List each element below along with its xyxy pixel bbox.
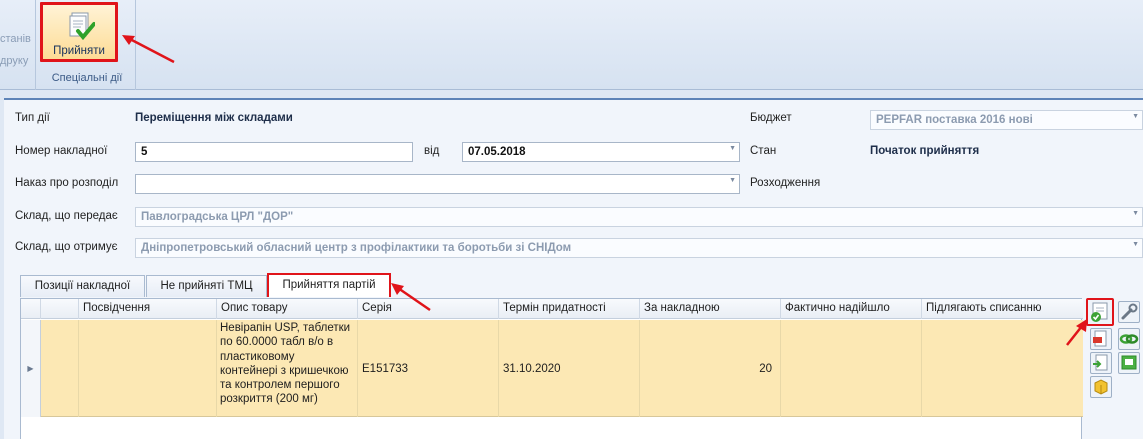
annotation-arrow-ribbon (122, 35, 175, 64)
package-tool-button[interactable] (1090, 376, 1112, 398)
ribbon-left-item-states[interactable]: станів (0, 33, 31, 45)
grid-header-to-write-off[interactable]: Підлягають списанню (922, 299, 1083, 319)
distribution-order-select[interactable]: ▼ (135, 174, 740, 194)
action-type-label: Тип дії (15, 112, 50, 124)
cell-actually-received[interactable] (781, 320, 922, 417)
receiver-warehouse-select[interactable]: Дніпропетровський обласний центр з профі… (135, 238, 1143, 258)
cube-yellow-icon (1094, 379, 1108, 395)
chevron-down-icon[interactable]: ▼ (1132, 241, 1139, 248)
grid-header-blank (41, 299, 79, 319)
cell-description[interactable]: Невірапін USP, таблетки по 60.0000 табл … (217, 320, 358, 417)
budget-value: PEPFAR поставка 2016 нові (876, 114, 1033, 126)
grid-header-expiry[interactable]: Термін придатності (499, 299, 640, 319)
invoice-date-value: 07.05.2018 (468, 146, 526, 158)
sender-warehouse-select[interactable]: Павлоградська ЦРЛ "ДОР" ▼ (135, 207, 1143, 227)
discrepancy-label: Розходження (750, 177, 821, 189)
budget-label: Бюджет (750, 112, 792, 124)
grid-header-description[interactable]: Опис товару (217, 299, 358, 319)
cell-to-write-off[interactable] (922, 320, 1083, 417)
link-green-icon (1119, 334, 1139, 344)
document-tool-button[interactable] (1090, 328, 1112, 350)
tab-not-accepted-items[interactable]: Не прийняті ТМЦ (146, 275, 267, 297)
settings-tool-button[interactable] (1118, 301, 1140, 323)
date-from-label: від (424, 145, 440, 157)
ribbon-left-item-print[interactable]: друку (0, 55, 28, 67)
accept-batch-button[interactable] (1086, 298, 1114, 326)
row-blank-cell (41, 320, 79, 417)
table-row[interactable]: ▶ Невірапін USP, таблетки по 60.0000 таб… (21, 320, 1083, 417)
import-tool-button[interactable] (1090, 352, 1112, 374)
receiver-warehouse-label: Склад, що отримує (15, 241, 118, 253)
cell-by-invoice[interactable]: 20 (640, 320, 781, 417)
table-tool-button[interactable] (1118, 352, 1140, 374)
document-red-icon (1093, 330, 1107, 347)
sender-warehouse-value: Павлоградська ЦРЛ "ДОР" (141, 211, 294, 223)
ribbon-group-label: Спеціальні дії (51, 72, 123, 84)
tab-batch-acceptance[interactable]: Прийняття партій (267, 273, 391, 297)
accept-document-icon (69, 12, 95, 40)
budget-select[interactable]: PEPFAR поставка 2016 нові ▼ (870, 110, 1143, 130)
invoice-number-input[interactable]: 5 (135, 142, 413, 162)
annotation-arrow-side-tool (1066, 319, 1087, 346)
tab-invoice-positions[interactable]: Позиції накладної (20, 275, 145, 297)
receiver-warehouse-value: Дніпропетровський обласний центр з профі… (141, 242, 572, 254)
sender-warehouse-label: Склад, що передає (15, 210, 118, 222)
grid-header: Посвідчення Опис товару Серія Термін при… (21, 299, 1083, 319)
row-indicator-icon[interactable]: ▶ (21, 320, 41, 417)
chevron-down-icon[interactable]: ▼ (1132, 113, 1139, 120)
grid-side-toolbar (1086, 298, 1143, 439)
state-value: Початок прийняття (870, 145, 980, 157)
chevron-down-icon[interactable]: ▼ (1132, 210, 1139, 217)
grid-header-indicator (21, 299, 41, 319)
annotation-arrow-tab (391, 283, 431, 312)
action-type-value: Переміщення між складами (135, 112, 293, 124)
grid-header-by-invoice[interactable]: За накладною (640, 299, 781, 319)
chevron-down-icon[interactable]: ▼ (729, 145, 736, 152)
document-form: Тип дії Переміщення між складами Номер н… (4, 98, 1143, 439)
grid-header-actually-received[interactable]: Фактично надійшло (781, 299, 922, 319)
invoice-date-picker[interactable]: 07.05.2018 ▼ (462, 142, 740, 162)
cell-series[interactable]: E151733 (358, 320, 499, 417)
ribbon-left-group: станів друку (0, 0, 36, 90)
grid-header-certificate[interactable]: Посвідчення (79, 299, 217, 319)
accept-button[interactable]: Прийняти (40, 2, 118, 62)
chevron-down-icon[interactable]: ▼ (729, 177, 736, 184)
wrench-icon (1121, 303, 1138, 320)
import-green-icon (1093, 354, 1108, 371)
distribution-order-label: Наказ про розподіл (15, 177, 119, 189)
cell-certificate[interactable] (79, 320, 217, 417)
batch-acceptance-grid: Посвідчення Опис товару Серія Термін при… (20, 298, 1083, 439)
table-green-icon (1121, 355, 1137, 370)
cell-expiry[interactable]: 31.10.2020 (499, 320, 640, 417)
accept-batch-icon (1091, 302, 1108, 322)
accept-button-label: Прийняти (53, 45, 105, 57)
state-label: Стан (750, 145, 777, 157)
invoice-number-label: Номер накладної (15, 145, 108, 157)
link-tool-button[interactable] (1118, 328, 1140, 350)
